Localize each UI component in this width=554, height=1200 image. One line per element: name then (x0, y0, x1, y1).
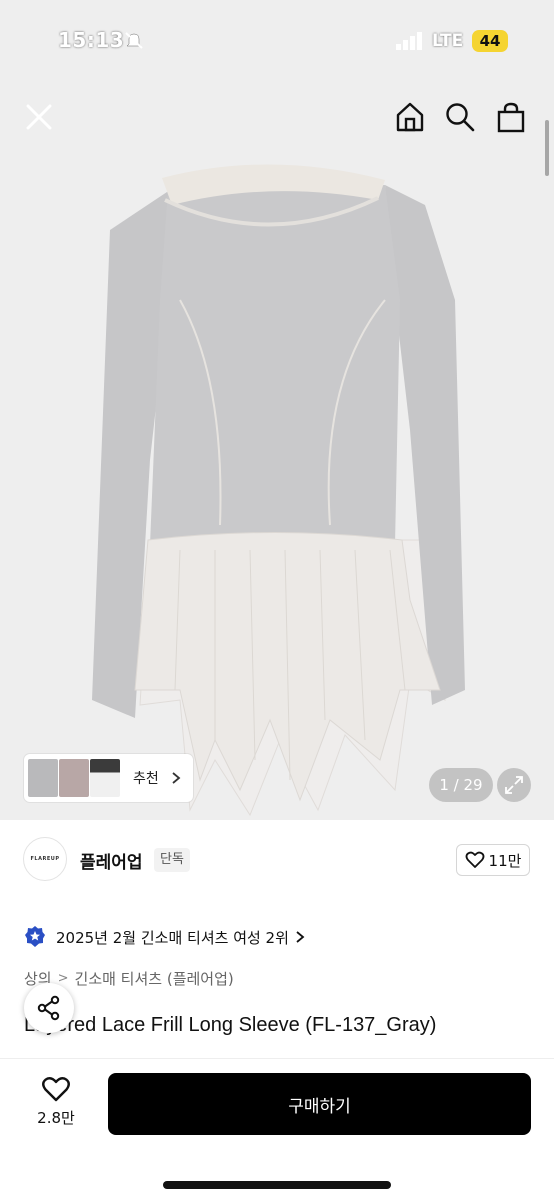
bell-mute-icon (125, 32, 143, 49)
expand-button[interactable] (497, 768, 531, 802)
heart-icon (465, 851, 484, 868)
scrollbar[interactable] (545, 120, 549, 176)
signal-icon (396, 32, 422, 50)
ranking-text: 2025년 2월 긴소매 티셔츠 여성 2위 (56, 928, 289, 947)
breadcrumb-item[interactable]: 긴소매 티셔츠 (플레어업) (75, 968, 234, 989)
recommend-thumb-3 (90, 759, 120, 797)
chevron-right-icon (296, 931, 305, 943)
home-button[interactable] (393, 100, 427, 134)
status-bar: 15:13 LTE 44 (0, 0, 554, 80)
buy-button[interactable]: 구매하기 (108, 1073, 531, 1135)
recommend-label: 추천 (133, 771, 159, 787)
recommend-thumb-1 (28, 759, 58, 797)
network-type: LTE (432, 31, 464, 51)
cart-button[interactable] (494, 100, 528, 134)
wishlist-count: 2.8만 (37, 1109, 75, 1127)
recommend-thumb-2 (59, 759, 89, 797)
shopping-bag-icon (497, 102, 525, 133)
battery-level: 44 (472, 30, 508, 52)
brand-logo[interactable]: FLAREUP (23, 837, 67, 881)
wishlist-button[interactable]: 2.8만 (26, 1076, 86, 1136)
brand-name[interactable]: 플레어업 (80, 848, 143, 873)
heart-icon (42, 1077, 70, 1102)
breadcrumb-separator: > (57, 971, 69, 986)
search-icon (446, 103, 475, 132)
brand-like-count: 11만 (488, 851, 522, 870)
image-counter: 1 / 29 (429, 768, 493, 802)
exclusive-badge: 단독 (154, 848, 190, 872)
share-icon (37, 995, 60, 1021)
search-button[interactable] (443, 100, 477, 134)
medal-icon (25, 926, 45, 947)
home-icon (396, 102, 424, 132)
chevron-right-icon (172, 772, 181, 784)
expand-icon (505, 776, 523, 794)
brand-like-button[interactable]: 11만 (456, 844, 530, 876)
recommend-button[interactable]: 추천 (24, 754, 193, 802)
share-button[interactable] (24, 983, 74, 1033)
status-time: 15:13 (58, 28, 125, 52)
home-indicator[interactable] (163, 1181, 391, 1189)
close-button[interactable] (22, 100, 56, 134)
ranking-link[interactable]: 2025년 2월 긴소매 티셔츠 여성 2위 (24, 924, 305, 950)
product-title: Layered Lace Frill Long Sleeve (FL-137_G… (24, 1014, 437, 1036)
close-icon (26, 104, 52, 130)
